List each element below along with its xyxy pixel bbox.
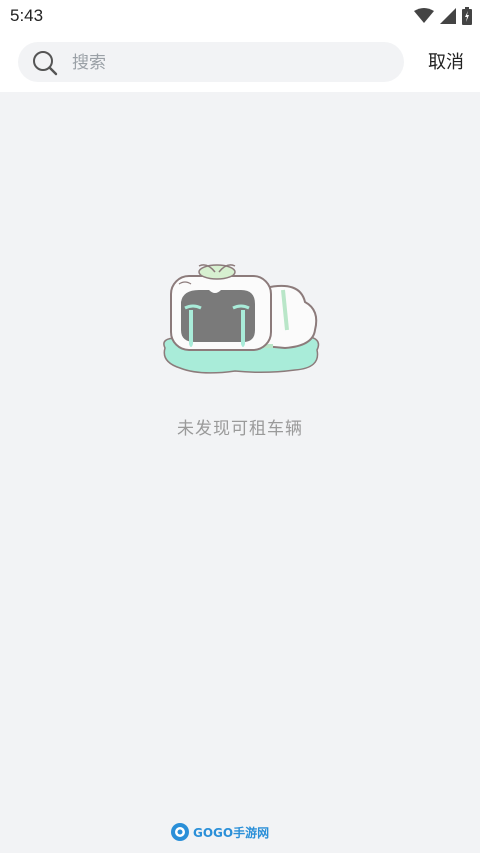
search-icon (33, 51, 58, 76)
empty-message: 未发现可租车辆 (177, 419, 303, 439)
status-icons (414, 7, 472, 25)
search-input[interactable] (70, 47, 394, 79)
empty-state: 未发现可租车辆 (0, 250, 480, 439)
signal-icon (440, 8, 456, 24)
cancel-button[interactable]: 取消 (428, 48, 464, 74)
search-header: 取消 (0, 34, 480, 92)
wifi-icon (414, 8, 434, 23)
watermark-text: GOGO手游网 (193, 825, 270, 840)
status-bar: 5:43 (0, 0, 480, 34)
battery-icon (462, 7, 472, 25)
status-time: 5:43 (10, 6, 44, 25)
crying-robot-illustration (163, 264, 320, 374)
screen: 5:43 取消 (0, 0, 480, 853)
gogo-logo-icon (171, 823, 189, 841)
watermark: GOGO手游网 (170, 822, 269, 842)
search-box[interactable] (18, 42, 404, 82)
